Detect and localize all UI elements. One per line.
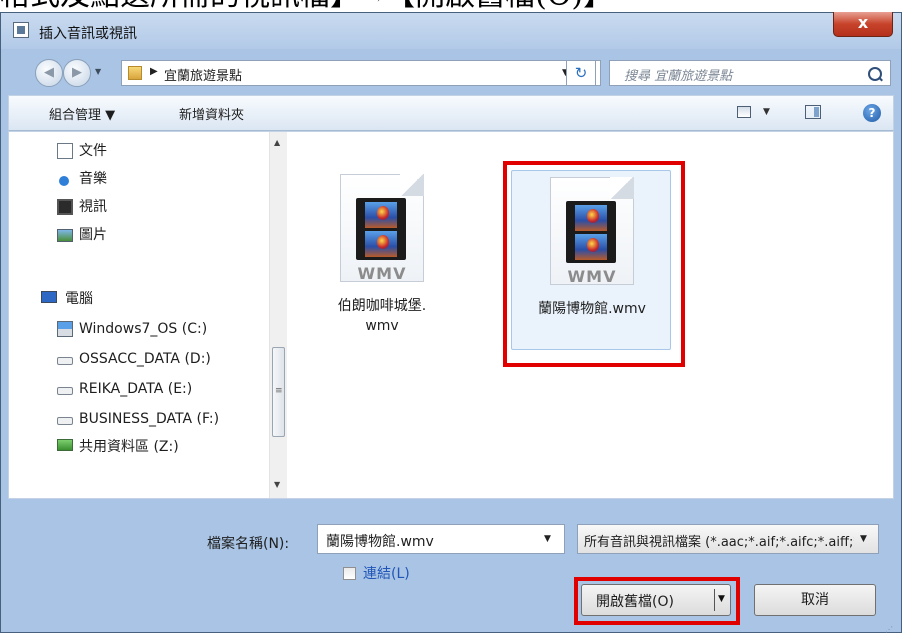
drive-icon (57, 357, 73, 365)
view-dropdown-icon[interactable]: ▼ (763, 107, 770, 117)
network-drive-icon (57, 439, 73, 451)
preview-pane-icon[interactable] (805, 105, 821, 119)
link-checkbox[interactable] (343, 567, 356, 580)
help-glyph: ? (868, 106, 876, 120)
drive-icon (57, 387, 73, 395)
forward-arrow-icon: ▶ (72, 65, 82, 80)
filename-input[interactable]: 蘭陽博物館.wmv ▼ (317, 524, 565, 554)
balloon-icon (377, 206, 389, 220)
close-icon: x (857, 13, 869, 32)
file-type-label: WMV (357, 264, 407, 283)
system-drive-icon (57, 321, 73, 337)
scroll-grip-icon: ≡ (275, 386, 283, 396)
file-item[interactable]: WMV 伯朗咖啡城堡. wmv (302, 168, 462, 348)
filename-label: 檔案名稱(N): (207, 536, 290, 552)
nav-item-label: 共用資料區 (Z:) (79, 439, 179, 455)
document-icon (57, 143, 73, 159)
page-fold (400, 174, 424, 196)
back-button[interactable]: ◀ (35, 59, 63, 87)
filetype-value: 所有音訊與視訊檔案 (*.aac;*.aif;*.aifc;*.aiff;*.a… (584, 535, 854, 550)
refresh-icon: ↻ (574, 64, 588, 82)
forward-button[interactable]: ▶ (63, 59, 91, 87)
filetype-select[interactable]: 所有音訊與視訊檔案 (*.aac;*.aif;*.aifc;*.aiff;*.a… (577, 524, 879, 554)
browser-area: 文件 音樂 視訊 圖片 電腦 Windows7_OS (C:) OSSACC_D… (8, 131, 894, 499)
nav-item-label: 圖片 (79, 227, 107, 243)
breadcrumb-folder[interactable]: 宜蘭旅遊景點 (164, 65, 242, 84)
nav-item-label: 視訊 (79, 199, 107, 215)
file-name-line: wmv (365, 318, 399, 334)
breadcrumb-arrow-icon[interactable]: ▶ (150, 66, 158, 77)
nav-scrollbar[interactable]: ▲ ≡ ▼ (269, 132, 287, 498)
command-bar: 組合管理 ▼ 新增資料夾 ▼ ? (8, 95, 894, 131)
scroll-down-icon[interactable]: ▼ (274, 480, 280, 489)
help-icon[interactable]: ? (863, 104, 881, 122)
search-input[interactable]: 搜尋 宜蘭旅遊景點 (609, 60, 891, 86)
film-frame (365, 231, 397, 257)
file-name: 伯朗咖啡城堡. wmv (302, 296, 462, 336)
change-view-icon[interactable] (737, 106, 751, 118)
search-icon[interactable] (868, 67, 882, 81)
navigation-bar: ◀ ▶ ▼ ▶ 宜蘭旅遊景點 ▼ ↻ 搜尋 宜蘭旅遊景點 (1, 49, 901, 95)
close-button[interactable]: x (833, 12, 893, 37)
film-strip-icon (356, 198, 406, 260)
film-frame (365, 202, 397, 228)
nav-item-label: 音樂 (79, 171, 107, 187)
filetype-dropdown-icon[interactable]: ▼ (860, 534, 867, 544)
history-dropdown-icon[interactable]: ▼ (95, 67, 101, 76)
organize-button[interactable]: 組合管理 ▼ (49, 104, 115, 123)
nav-item-label: 文件 (79, 143, 107, 159)
nav-item-label: BUSINESS_DATA (F:) (79, 411, 220, 427)
back-arrow-icon: ◀ (44, 65, 54, 80)
computer-icon (41, 291, 57, 303)
navigation-pane: 文件 音樂 視訊 圖片 電腦 Windows7_OS (C:) OSSACC_D… (9, 132, 289, 498)
address-bar[interactable]: ▶ 宜蘭旅遊景點 ▼ (121, 60, 601, 86)
cancel-button[interactable]: 取消 (754, 584, 876, 616)
scrollbar-thumb[interactable]: ≡ (272, 347, 285, 437)
highlight-box (503, 161, 685, 367)
scroll-up-icon[interactable]: ▲ (274, 138, 280, 147)
drive-icon (57, 417, 73, 425)
highlight-box (574, 577, 740, 625)
dialog-icon (13, 22, 29, 38)
dialog-title: 插入音訊或視訊 (39, 26, 137, 42)
video-icon (57, 199, 73, 215)
nav-item-label: Windows7_OS (C:) (79, 321, 208, 337)
filename-dropdown-icon[interactable]: ▼ (544, 534, 551, 544)
nav-item-label: REIKA_DATA (E:) (79, 381, 193, 397)
nav-item-label: OSSACC_DATA (D:) (79, 351, 211, 367)
music-icon (59, 176, 69, 186)
insert-media-dialog: 插入音訊或視訊 x ◀ ▶ ▼ ▶ 宜蘭旅遊景點 ▼ ↻ 搜尋 宜蘭旅遊景點 組… (0, 12, 902, 634)
file-name-line: 伯朗咖啡城堡. (337, 298, 427, 314)
nav-item-label: 電腦 (65, 291, 93, 307)
link-label[interactable]: 連結(L) (363, 563, 410, 583)
title-bar: 插入音訊或視訊 x (1, 12, 901, 49)
filename-value: 蘭陽博物館.wmv (326, 534, 434, 550)
refresh-button[interactable]: ↻ (566, 60, 596, 86)
pictures-icon (57, 229, 73, 242)
search-placeholder: 搜尋 宜蘭旅遊景點 (624, 69, 733, 84)
balloon-icon (377, 235, 389, 249)
folder-icon (128, 66, 142, 80)
new-folder-button[interactable]: 新增資料夾 (179, 104, 244, 123)
